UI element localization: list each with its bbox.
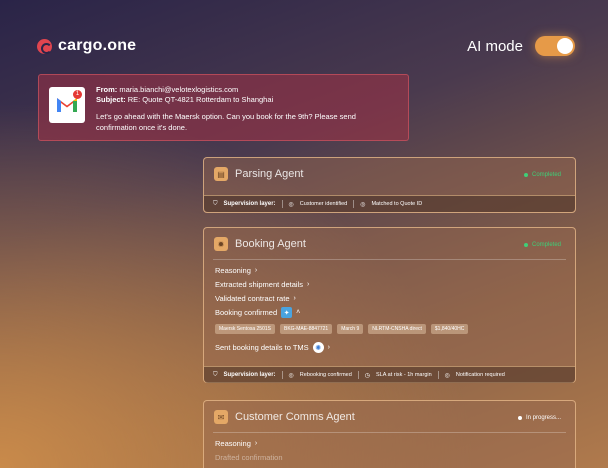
check-icon: ◎ [444, 372, 450, 379]
booking-reasoning-toggle[interactable]: Reasoning › [215, 266, 257, 275]
tag-rate: $1,840/40HC [430, 324, 469, 334]
comms-status-label: In progress... [525, 415, 561, 421]
check-rebooking: Rebooking confirmed [299, 372, 352, 378]
status-dot-icon [523, 243, 528, 247]
booking-agent-card: ✹ Booking Agent Completed Reasoning › Ext… [203, 227, 576, 383]
chevron-right-icon: › [327, 344, 331, 351]
parsing-agent-card: ▤ Parsing Agent Completed ⛉ Supervision … [203, 157, 576, 213]
check-customer-identified: Customer identified [299, 201, 348, 207]
comms-agent-name: Customer Comms Agent [235, 411, 355, 423]
check-notification: Notification required [455, 372, 505, 378]
supervision-label: Supervision layer: [223, 201, 276, 207]
chevron-right-icon: › [293, 295, 296, 302]
tag-route: NLRTM-CNSHA direct [368, 324, 426, 334]
parsing-status: Completed [523, 172, 561, 178]
comms-reasoning-toggle[interactable]: Reasoning › [215, 439, 257, 448]
booking-agent-header: ✹ Booking Agent [214, 237, 306, 251]
divider [437, 371, 439, 379]
check-sla: SLA at risk - 1h margin [376, 372, 432, 378]
comms-status: In progress... [517, 415, 561, 421]
booking-status: Completed [523, 242, 561, 248]
booking-confirmed-toggle[interactable]: Booking confirmed ✦ ˄ [215, 307, 300, 318]
unread-badge: 1 [73, 90, 82, 99]
chevron-right-icon: › [306, 281, 310, 288]
check-matched-quote: Matched to Quote ID [371, 201, 423, 207]
parsing-status-label: Completed [531, 172, 561, 178]
booking-agent-icon: ✹ [214, 237, 228, 251]
supervision-label: Supervision layer: [223, 372, 276, 378]
divider [353, 200, 355, 208]
maersk-icon: ✦ [281, 307, 293, 318]
extracted-label: Extracted shipment details [215, 280, 303, 289]
status-dot-icon [523, 173, 528, 177]
comms-agent-header: ✉ Customer Comms Agent [214, 410, 355, 424]
tag-booking-ref: BKG-MAE-8847721 [279, 324, 333, 334]
email-subject: RE: Quote QT-4821 Rotterdam to Shanghai [127, 95, 274, 104]
booking-validated-toggle[interactable]: Validated contract rate › [215, 294, 296, 303]
confirmed-label: Booking confirmed [215, 308, 278, 317]
email-meta: From: maria.bianchi@velotexlogistics.com… [96, 85, 273, 105]
parsing-supervision-bar: ⛉ Supervision layer: ◎ Customer identifi… [204, 195, 575, 212]
ai-mode-label: AI mode [467, 37, 523, 55]
tag-vessel: Maersk Sentosa 2501S [215, 324, 275, 334]
from-label: From: [96, 85, 118, 94]
parsing-agent-icon: ▤ [214, 167, 228, 181]
chevron-right-icon: › [254, 440, 258, 447]
check-icon: ◎ [360, 201, 366, 208]
drafted-label: Drafted confirmation [215, 453, 283, 462]
divider [213, 259, 566, 260]
booking-status-label: Completed [531, 242, 561, 248]
subject-label: Subject: [96, 95, 126, 104]
booking-sent-toggle[interactable]: Sent booking details to TMS ✺ › [215, 342, 330, 353]
booking-agent-name: Booking Agent [235, 238, 306, 250]
parsing-agent-header: ▤ Parsing Agent [214, 167, 304, 181]
check-icon: ◎ [288, 372, 294, 379]
booking-supervision-bar: ⛉ Supervision layer: ◎ Rebooking confirm… [204, 366, 575, 383]
brand-name: cargo.one [58, 37, 137, 54]
ai-mode-toggle[interactable] [535, 36, 575, 56]
booking-tags: Maersk Sentosa 2501S BKG-MAE-8847721 Mar… [215, 324, 469, 334]
clock-icon: ◷ [364, 372, 371, 379]
booking-extracted-toggle[interactable]: Extracted shipment details › [215, 280, 309, 289]
email-from: maria.bianchi@velotexlogistics.com [119, 85, 239, 94]
tms-icon: ✺ [312, 342, 324, 353]
tag-date: March 9 [337, 324, 364, 334]
shield-icon: ⛉ [213, 200, 218, 207]
sent-label: Sent booking details to TMS [215, 343, 309, 352]
check-icon: ◎ [288, 201, 294, 208]
divider [357, 371, 359, 379]
ai-mode-control: AI mode [467, 36, 575, 56]
divider [281, 371, 283, 379]
comms-agent-card: ✉ Customer Comms Agent In progress... Re… [203, 400, 576, 468]
gmail-icon: 1 [49, 87, 85, 123]
toggle-knob [557, 38, 573, 54]
cargo-one-logo-icon [37, 38, 52, 54]
divider [213, 432, 566, 433]
validated-label: Validated contract rate [215, 294, 290, 303]
incoming-email: 1 From: maria.bianchi@velotexlogistics.c… [38, 74, 409, 141]
parsing-agent-name: Parsing Agent [235, 168, 304, 180]
chevron-up-icon: ˄ [296, 309, 301, 316]
chevron-right-icon: › [254, 267, 258, 274]
comms-agent-icon: ✉ [214, 410, 228, 424]
brand-logo: cargo.one [37, 37, 136, 55]
comms-drafted-toggle[interactable]: Drafted confirmation [215, 453, 283, 462]
email-body: Let's go ahead with the Maersk option. C… [96, 112, 356, 132]
status-dot-icon [517, 416, 522, 420]
shield-icon: ⛉ [213, 371, 218, 378]
divider [281, 200, 283, 208]
reasoning-label: Reasoning [215, 266, 251, 275]
reasoning-label: Reasoning [215, 439, 251, 448]
